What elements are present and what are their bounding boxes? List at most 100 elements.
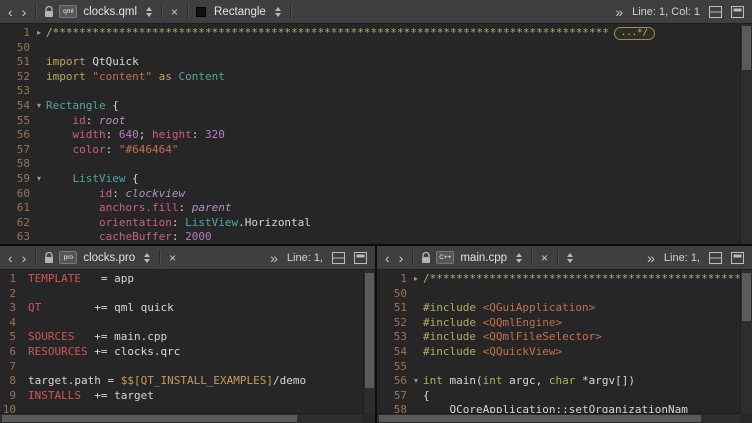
line-number[interactable]: 3 [0, 301, 18, 316]
symbol-selector[interactable]: Rectangle [211, 6, 269, 18]
line-number[interactable]: 56 [0, 128, 32, 143]
scrollbar-thumb[interactable] [742, 273, 751, 321]
scrollbar-thumb[interactable] [742, 26, 751, 70]
code-line[interactable]: 9INSTALLS += target [0, 389, 363, 404]
line-number[interactable]: 58 [0, 157, 32, 172]
vertical-scrollbar[interactable] [740, 24, 752, 244]
back-button[interactable]: ‹ [5, 248, 16, 268]
line-number[interactable]: 54 [0, 99, 32, 114]
line-number[interactable]: 50 [377, 287, 409, 302]
split-button[interactable] [706, 252, 725, 264]
code-line[interactable]: 1▸/*************************************… [377, 272, 740, 287]
line-number[interactable]: 8 [0, 374, 18, 389]
cpp-code-editor[interactable]: 1▸/*************************************… [377, 270, 740, 413]
line-number[interactable]: 50 [0, 41, 32, 56]
code-line[interactable]: 10 [0, 403, 363, 413]
close-document-button[interactable]: × [166, 248, 179, 268]
code-line[interactable]: 55 id: root [0, 114, 740, 129]
code-line[interactable]: 54▾Rectangle { [0, 99, 740, 114]
line-number[interactable]: 10 [0, 403, 18, 413]
forward-button[interactable]: › [19, 2, 30, 22]
document-selector[interactable]: clocks.pro [80, 252, 138, 264]
code-line[interactable]: 52#include <QQmlEngine> [377, 316, 740, 331]
overflow-icon[interactable]: » [612, 2, 626, 22]
overflow-icon[interactable]: » [644, 248, 658, 268]
line-number[interactable]: 63 [0, 230, 32, 244]
document-selector[interactable]: main.cpp [457, 252, 510, 264]
line-number[interactable]: 57 [377, 389, 409, 404]
line-number[interactable]: 60 [0, 187, 32, 202]
fold-marker-icon[interactable]: ▾ [32, 172, 46, 187]
code-line[interactable]: 57{ [377, 389, 740, 404]
fold-marker-icon[interactable]: ▸ [409, 272, 423, 287]
vertical-scrollbar[interactable] [363, 270, 375, 413]
code-line[interactable]: 5SOURCES += main.cpp [0, 330, 363, 345]
pro-code-editor[interactable]: 1TEMPLATE = app23QT += qml quick45SOURCE… [0, 270, 363, 413]
horizontal-scrollbar[interactable] [0, 413, 363, 423]
line-number[interactable]: 53 [0, 84, 32, 99]
line-number[interactable]: 51 [377, 301, 409, 316]
code-line[interactable]: 57 color: "#646464" [0, 143, 740, 158]
line-number[interactable]: 6 [0, 345, 18, 360]
code-line[interactable]: 52import "content" as Content [0, 70, 740, 85]
code-line[interactable]: 59▾ ListView { [0, 172, 740, 187]
scrollbar-thumb[interactable] [379, 415, 701, 422]
code-line[interactable]: 2 [0, 287, 363, 302]
line-number[interactable]: 1 [377, 272, 409, 287]
code-line[interactable]: 50 [0, 41, 740, 56]
code-line[interactable]: 55 [377, 360, 740, 375]
code-line[interactable]: 53 [0, 84, 740, 99]
code-line[interactable]: 58 [0, 157, 740, 172]
editor-menu-button[interactable] [728, 252, 747, 264]
code-line[interactable]: 63 cacheBuffer: 2000 [0, 230, 740, 244]
line-number[interactable]: 52 [377, 316, 409, 331]
close-document-button[interactable]: × [538, 248, 551, 268]
fold-marker-icon[interactable]: ▾ [409, 374, 423, 389]
code-line[interactable]: 56 width: 640; height: 320 [0, 128, 740, 143]
line-number[interactable]: 4 [0, 316, 18, 331]
line-number[interactable]: 52 [0, 70, 32, 85]
code-line[interactable]: 62 orientation: ListView.Horizontal [0, 216, 740, 231]
split-button[interactable] [329, 252, 348, 264]
back-button[interactable]: ‹ [5, 2, 16, 22]
line-number[interactable]: 51 [0, 55, 32, 70]
qml-code-editor[interactable]: 1▸/*************************************… [0, 24, 740, 244]
line-number[interactable]: 57 [0, 143, 32, 158]
code-line[interactable]: 56▾int main(int argc, char *argv[]) [377, 374, 740, 389]
code-line[interactable]: 4 [0, 316, 363, 331]
code-line[interactable]: 7 [0, 360, 363, 375]
line-number[interactable]: 54 [377, 345, 409, 360]
back-button[interactable]: ‹ [382, 248, 393, 268]
line-number[interactable]: 59 [0, 172, 32, 187]
split-button[interactable] [706, 6, 725, 18]
line-number[interactable]: 61 [0, 201, 32, 216]
horizontal-scrollbar[interactable] [377, 413, 740, 423]
code-line[interactable]: 50 [377, 287, 740, 302]
code-line[interactable]: 54#include <QQuickView> [377, 345, 740, 360]
line-number[interactable]: 7 [0, 360, 18, 375]
forward-button[interactable]: › [396, 248, 407, 268]
forward-button[interactable]: › [19, 248, 30, 268]
line-number[interactable]: 55 [377, 360, 409, 375]
code-line[interactable]: 6RESOURCES += clocks.qrc [0, 345, 363, 360]
line-number[interactable]: 58 [377, 403, 409, 413]
document-selector[interactable]: clocks.qml [80, 6, 140, 18]
line-number[interactable]: 2 [0, 287, 18, 302]
line-number[interactable]: 9 [0, 389, 18, 404]
code-line[interactable]: 1TEMPLATE = app [0, 272, 363, 287]
scrollbar-thumb[interactable] [365, 273, 374, 388]
fold-marker-icon[interactable]: ▾ [32, 99, 46, 114]
code-line[interactable]: 51import QtQuick [0, 55, 740, 70]
line-number[interactable]: 1 [0, 272, 18, 287]
combo-arrows-icon[interactable] [275, 7, 281, 17]
collapsed-comment-badge[interactable]: ...*/ [614, 27, 655, 40]
code-line[interactable]: 8target.path = $$[QT_INSTALL_EXAMPLES]/d… [0, 374, 363, 389]
line-number[interactable]: 1 [0, 26, 32, 41]
symbol-combo-arrows-icon[interactable] [567, 253, 573, 263]
combo-arrows-icon[interactable] [146, 7, 152, 17]
code-line[interactable]: 51#include <QGuiApplication> [377, 301, 740, 316]
close-document-button[interactable]: × [168, 2, 181, 22]
editor-menu-button[interactable] [728, 6, 747, 18]
overflow-icon[interactable]: » [267, 248, 281, 268]
code-line[interactable]: 58 QCoreApplication::setOrganizationNam [377, 403, 740, 413]
